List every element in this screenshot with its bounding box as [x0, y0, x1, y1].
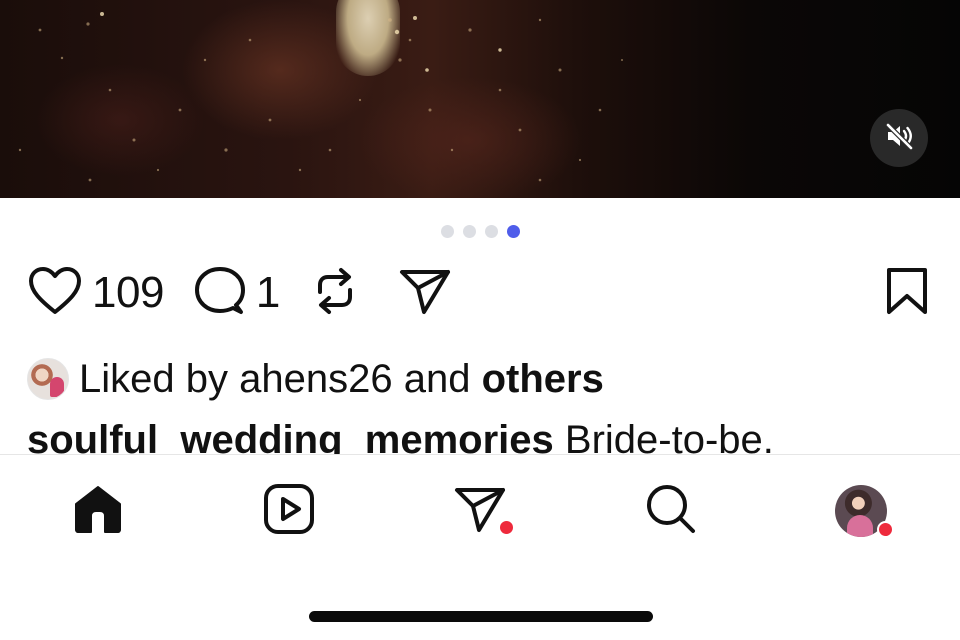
carousel-dot	[484, 225, 498, 238]
like-count[interactable]: 109	[92, 265, 164, 321]
liked-by: Liked by ahens26 and others	[27, 356, 604, 402]
caption-text: Bride-to-be.	[564, 418, 774, 454]
post-caption[interactable]: soulful wedding memories Bride-to-be.	[27, 414, 947, 454]
share-button[interactable]	[398, 266, 452, 321]
carousel-indicator	[0, 225, 960, 241]
carousel-dot	[440, 225, 454, 238]
liked-by-prefix: Liked by	[79, 356, 228, 401]
repost-icon	[312, 265, 358, 322]
home-indicator	[309, 611, 653, 622]
comment-button[interactable]: 1	[194, 265, 280, 321]
carousel-dot-active	[506, 225, 520, 238]
notification-dot	[877, 521, 894, 538]
search-icon	[645, 483, 697, 540]
save-button[interactable]	[882, 266, 932, 320]
caption-tag[interactable]: soulful	[27, 418, 158, 454]
liked-by-others[interactable]: others	[482, 357, 604, 402]
nav-direct[interactable]	[450, 481, 515, 541]
send-icon	[398, 266, 452, 321]
heart-icon	[28, 266, 82, 321]
app-screen: 109 1 Liked by ahens26 and others soulfu…	[0, 0, 960, 640]
nav-search[interactable]	[641, 481, 701, 541]
speaker-muted-icon	[884, 121, 914, 156]
reels-icon	[263, 483, 315, 540]
liker-avatar[interactable]	[27, 358, 69, 400]
comment-count[interactable]: 1	[256, 265, 280, 321]
media-texture	[18, 12, 623, 182]
liked-by-user[interactable]: ahens26	[239, 357, 392, 402]
nav-reels[interactable]	[259, 481, 319, 541]
nav-profile[interactable]	[831, 481, 894, 541]
liked-by-connector: and	[403, 356, 471, 401]
caption-tag[interactable]: memories	[365, 418, 554, 454]
nav-home[interactable]	[68, 481, 128, 541]
post-media[interactable]	[0, 0, 960, 198]
post-actions: 109 1	[28, 265, 452, 321]
repost-button[interactable]	[312, 265, 358, 322]
carousel-dot	[462, 225, 476, 238]
mute-button[interactable]	[870, 109, 928, 167]
notification-dot	[498, 519, 515, 536]
like-button[interactable]: 109	[28, 265, 164, 321]
comment-bubble-icon	[194, 266, 246, 321]
home-icon	[72, 484, 124, 539]
caption-tag[interactable]: wedding	[180, 418, 342, 454]
bookmark-icon	[885, 266, 929, 321]
